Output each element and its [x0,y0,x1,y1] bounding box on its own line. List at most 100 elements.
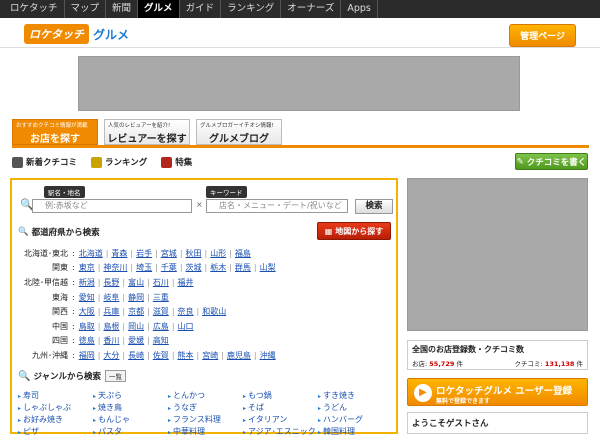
map-search-button[interactable]: ▦ 地図から探す [317,222,391,240]
genre-link[interactable]: お好み焼き [18,414,93,425]
area-input[interactable]: 例:赤坂など [32,199,192,213]
prefecture-link[interactable]: 佐賀 [153,351,169,360]
genre-link[interactable]: 天ぷら [93,390,168,401]
prefecture-link[interactable]: 大分 [103,351,119,360]
prefecture-link[interactable]: 山口 [178,322,194,331]
prefecture-link[interactable]: 富山 [128,278,144,287]
topnav-link[interactable]: ロケタッチ [4,0,65,18]
topnav-link[interactable]: オーナーズ [281,0,342,18]
genre-link[interactable]: しゃぶしゃぶ [18,402,93,413]
prefecture-link[interactable]: 群馬 [235,263,251,272]
genre-link[interactable]: イタリアン [243,414,318,425]
tab-gourmet-blog[interactable]: グルメブロガーイチオシ情報! グルメブログ [196,119,282,145]
subnav-ranking[interactable]: ランキング [91,156,147,168]
genre-link[interactable]: そば [243,402,318,413]
admin-page-button[interactable]: 管理ページ [509,24,576,47]
prefecture-link[interactable]: 栃木 [210,263,226,272]
genre-list-button[interactable]: 一覧 [105,370,127,382]
prefecture-link[interactable]: 和歌山 [202,307,226,316]
subnav-new-reviews[interactable]: 新着クチコミ [12,156,77,168]
prefecture-link[interactable]: 山梨 [260,263,276,272]
subnav-feature[interactable]: 特集 [161,156,192,168]
region-name: 九州･沖縄 [32,350,68,360]
genre-link[interactable]: アジア･エスニック [243,426,318,437]
prefecture-link[interactable]: 香川 [103,336,119,345]
prefecture-link[interactable]: 愛媛 [128,336,144,345]
prefecture-link[interactable]: 岩手 [136,249,152,258]
prefecture-link[interactable]: 愛知 [79,293,95,302]
prefecture-link[interactable]: 宮城 [161,249,177,258]
topnav-link[interactable]: Apps [341,0,378,18]
prefecture-link[interactable]: 徳島 [79,336,95,345]
prefecture-link[interactable]: 神奈川 [103,263,127,272]
prefecture-link[interactable]: 鹿児島 [227,351,251,360]
prefecture-link[interactable]: 石川 [153,278,169,287]
side-ad-banner[interactable] [407,178,588,331]
prefecture-link[interactable]: 滋賀 [153,307,169,316]
separator: | [97,336,101,346]
genre-link[interactable]: ハンバーグ [318,414,393,425]
prefecture-link[interactable]: 埼玉 [136,263,152,272]
prefecture-link[interactable]: 青森 [111,249,127,258]
genre-link[interactable]: もつ鍋 [243,390,318,401]
prefecture-link[interactable]: 新潟 [79,278,95,287]
prefecture-link[interactable]: 広島 [153,322,169,331]
topnav-link[interactable]: ランキング [221,0,282,18]
write-review-button[interactable]: ✎ クチコミを書く [515,153,588,170]
genre-link[interactable]: ピザ [18,426,93,437]
topnav-link[interactable]: マップ [65,0,107,18]
genre-link[interactable]: うなぎ [168,402,243,413]
tab-find-shop[interactable]: おすすめクチコミ情報が満載 お店を探す [12,119,98,145]
prefecture-link[interactable]: 山形 [210,249,226,258]
prefecture-link[interactable]: 岡山 [128,322,144,331]
prefecture-link[interactable]: 鳥取 [79,322,95,331]
prefecture-link[interactable]: 長野 [103,278,119,287]
topnav-link[interactable]: ガイド [180,0,222,18]
write-review-label: クチコミを書く [526,157,587,168]
genre-link[interactable]: すき焼き [318,390,393,401]
prefecture-link[interactable]: 茨城 [186,263,202,272]
user-register-button[interactable]: ▶ ロケタッチグルメ ユーザー登録 無料で登録できます [407,378,588,406]
genre-link[interactable]: フランス料理 [168,414,243,425]
prefecture-link[interactable]: 福井 [178,278,194,287]
tab-find-reviewer[interactable]: 人気のレビュアーを紹介! レビュアーを探す [104,119,190,145]
topnav-link[interactable]: 新聞 [106,0,139,18]
region-colon: : [72,292,75,302]
prefecture-link[interactable]: 秋田 [186,249,202,258]
prefecture-link[interactable]: 兵庫 [103,307,119,316]
prefecture-links: 徳島 | 香川 | 愛媛 | 高知 [79,335,172,346]
genre-link[interactable]: 中華料理 [168,426,243,437]
genre-link[interactable]: 寿司 [18,390,93,401]
prefecture-link[interactable]: 静岡 [128,293,144,302]
prefecture-link[interactable]: 奈良 [178,307,194,316]
prefecture-link[interactable]: 福岡 [79,351,95,360]
genre-link[interactable]: うどん [318,402,393,413]
prefecture-link[interactable]: 熊本 [178,351,194,360]
site-logo[interactable]: ロケタッチ グルメ [24,24,129,44]
genre-link[interactable]: パスタ [93,426,168,437]
clear-icon[interactable]: × [196,200,203,209]
prefecture-link[interactable]: 東京 [79,263,95,272]
prefecture-link[interactable]: 宮崎 [202,351,218,360]
genre-link[interactable]: とんかつ [168,390,243,401]
keyword-input[interactable]: 店名・メニュー・デート/祝いなど [206,199,348,213]
prefecture-link[interactable]: 千葉 [161,263,177,272]
genre-link[interactable]: 韓国料理 [318,426,393,437]
prefecture-link[interactable]: 三重 [153,293,169,302]
topnav-link[interactable]: グルメ [138,0,180,18]
genre-link[interactable]: もんじゃ [93,414,168,425]
prefecture-link[interactable]: 長崎 [128,351,144,360]
prefecture-link[interactable]: 京都 [128,307,144,316]
prefecture-link[interactable]: 大阪 [79,307,95,316]
prefecture-link[interactable]: 島根 [103,322,119,331]
genre-link[interactable]: 焼き鳥 [93,402,168,413]
prefecture-link[interactable]: 高知 [153,336,169,345]
prefecture-link[interactable]: 沖縄 [260,351,276,360]
top-ad-banner[interactable] [78,56,520,111]
prefecture-link[interactable]: 福島 [235,249,251,258]
prefecture-link[interactable]: 北海道 [79,249,103,258]
search-form: 駅名・地名 キーワード 🔍 例:赤坂など × 店名・メニュー・デート/祝いなど … [20,186,393,216]
search-button[interactable]: 検索 [355,199,393,214]
region-name: 東海 [52,292,68,302]
prefecture-link[interactable]: 岐阜 [103,293,119,302]
